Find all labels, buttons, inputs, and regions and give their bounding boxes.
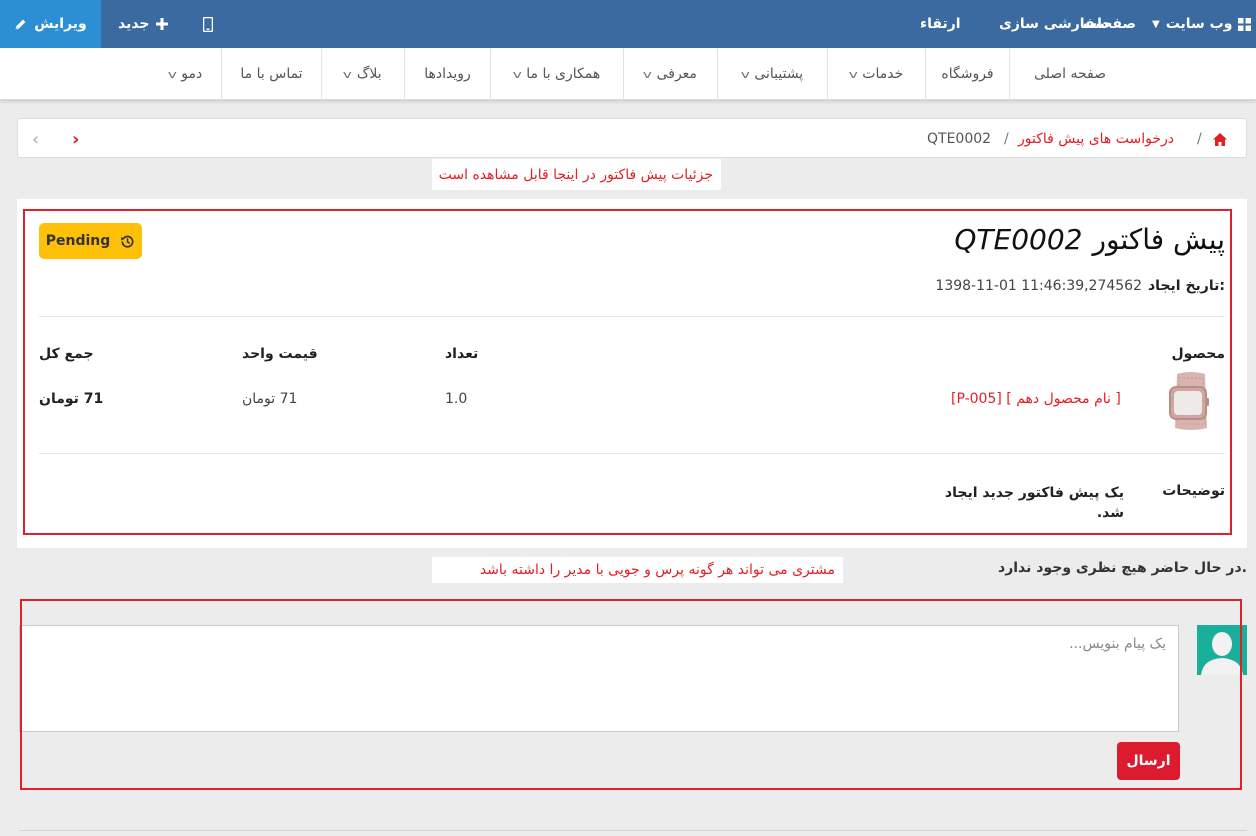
chevron-down-icon: v	[642, 67, 652, 81]
send-button[interactable]: ارسال	[1117, 742, 1180, 780]
breadcrumb: ‹ › QTE0002 / درخواست های پیش فاکتور /	[17, 118, 1247, 158]
admin-bar: ویرایش جدید ارتقاء سفارشی سازی صفحات ▼ و…	[0, 0, 1256, 48]
created-date: 1398-11-01 11:46:39,274562 تاریخ ایجاد:	[935, 278, 1225, 294]
chevron-down-icon: v	[343, 67, 353, 81]
menu-item-contact[interactable]: تماس با ما	[222, 48, 322, 100]
chevron-down-icon: v	[167, 67, 177, 81]
pencil-icon	[14, 18, 27, 31]
menu-item-careers[interactable]: v همکاری با ما	[491, 48, 624, 100]
quote-title: QTE0002 پیش فاکتور	[954, 222, 1225, 256]
notes-text: یک پیش فاکتور جدید ایجاد شد.	[944, 485, 1124, 521]
breadcrumb-separator: /	[1004, 131, 1009, 147]
breadcrumb-home-link[interactable]	[1213, 119, 1227, 159]
annotation-note: جزئیات پیش فاکتور در اینجا قابل مشاهده ا…	[432, 159, 721, 190]
menu-item-demo[interactable]: v دمو	[150, 48, 222, 100]
no-comments-text: در حال حاضر هیچ نظری وجود ندارد.	[998, 560, 1247, 576]
mobile-preview-button[interactable]	[203, 0, 213, 48]
breadcrumb-separator: /	[1197, 131, 1202, 147]
next-record-button[interactable]: ‹	[32, 119, 39, 159]
upgrade-link[interactable]: ارتقاء	[920, 0, 961, 48]
home-icon	[1213, 132, 1227, 146]
menu-item-shop[interactable]: فروشگاه	[926, 48, 1010, 100]
status-badge: Pending	[39, 223, 142, 259]
chevron-down-icon: v	[740, 67, 750, 81]
history-icon	[120, 234, 135, 249]
product-thumbnail	[1163, 370, 1219, 432]
user-icon	[1201, 632, 1243, 675]
chevron-down-icon: v	[512, 67, 522, 81]
website-menu[interactable]: ▼ وب سایت	[1152, 0, 1252, 48]
edit-button[interactable]: ویرایش	[0, 0, 101, 48]
menu-item-services[interactable]: v خدمات	[828, 48, 926, 100]
breadcrumb-current: QTE0002	[927, 131, 992, 147]
menu-item-home[interactable]: صفحه اصلی	[1010, 48, 1130, 100]
divider	[39, 316, 1225, 317]
main-menu: صفحه اصلی فروشگاه v خدمات v پشتیبانی v م…	[0, 48, 1256, 100]
column-header-total: جمع کل	[39, 346, 94, 362]
plus-icon	[155, 18, 168, 30]
avatar	[1197, 625, 1247, 675]
total-value: 71 تومان	[39, 391, 104, 407]
annotation-note: مشتری می تواند هر گونه پرس و جویی با مدی…	[432, 557, 843, 583]
comment-input[interactable]	[19, 625, 1179, 732]
pages-link[interactable]: صفحات	[1083, 0, 1136, 48]
column-header-quantity: تعداد	[445, 346, 479, 362]
divider	[39, 453, 1225, 454]
notes-label: توضیحات	[1162, 483, 1225, 499]
divider	[19, 830, 1247, 831]
mobile-icon	[203, 16, 213, 32]
menu-item-support[interactable]: v پشتیبانی	[718, 48, 828, 100]
chevron-down-icon: v	[848, 67, 858, 81]
new-button[interactable]: جدید	[118, 0, 168, 48]
quantity-value: 1.0	[445, 391, 468, 407]
unit-price-value: 71 تومان	[242, 391, 298, 407]
menu-item-blog[interactable]: v بلاگ	[322, 48, 405, 100]
menu-item-about[interactable]: v معرفی	[624, 48, 718, 100]
menu-item-events[interactable]: رویدادها	[405, 48, 491, 100]
previous-record-button[interactable]: ›	[72, 119, 79, 159]
chevron-left-icon: ‹	[32, 128, 40, 150]
breadcrumb-quotes-link[interactable]: درخواست های پیش فاکتور	[1018, 119, 1174, 159]
product-link[interactable]: [P-005] [ نام محصول دهم ]	[951, 391, 1121, 407]
column-header-product: محصول	[1171, 346, 1225, 362]
grid-icon	[1238, 17, 1252, 31]
column-header-unit-price: قیمت واحد	[242, 346, 318, 362]
chevron-right-icon: ›	[72, 128, 80, 150]
caret-down-icon: ▼	[1152, 18, 1160, 30]
